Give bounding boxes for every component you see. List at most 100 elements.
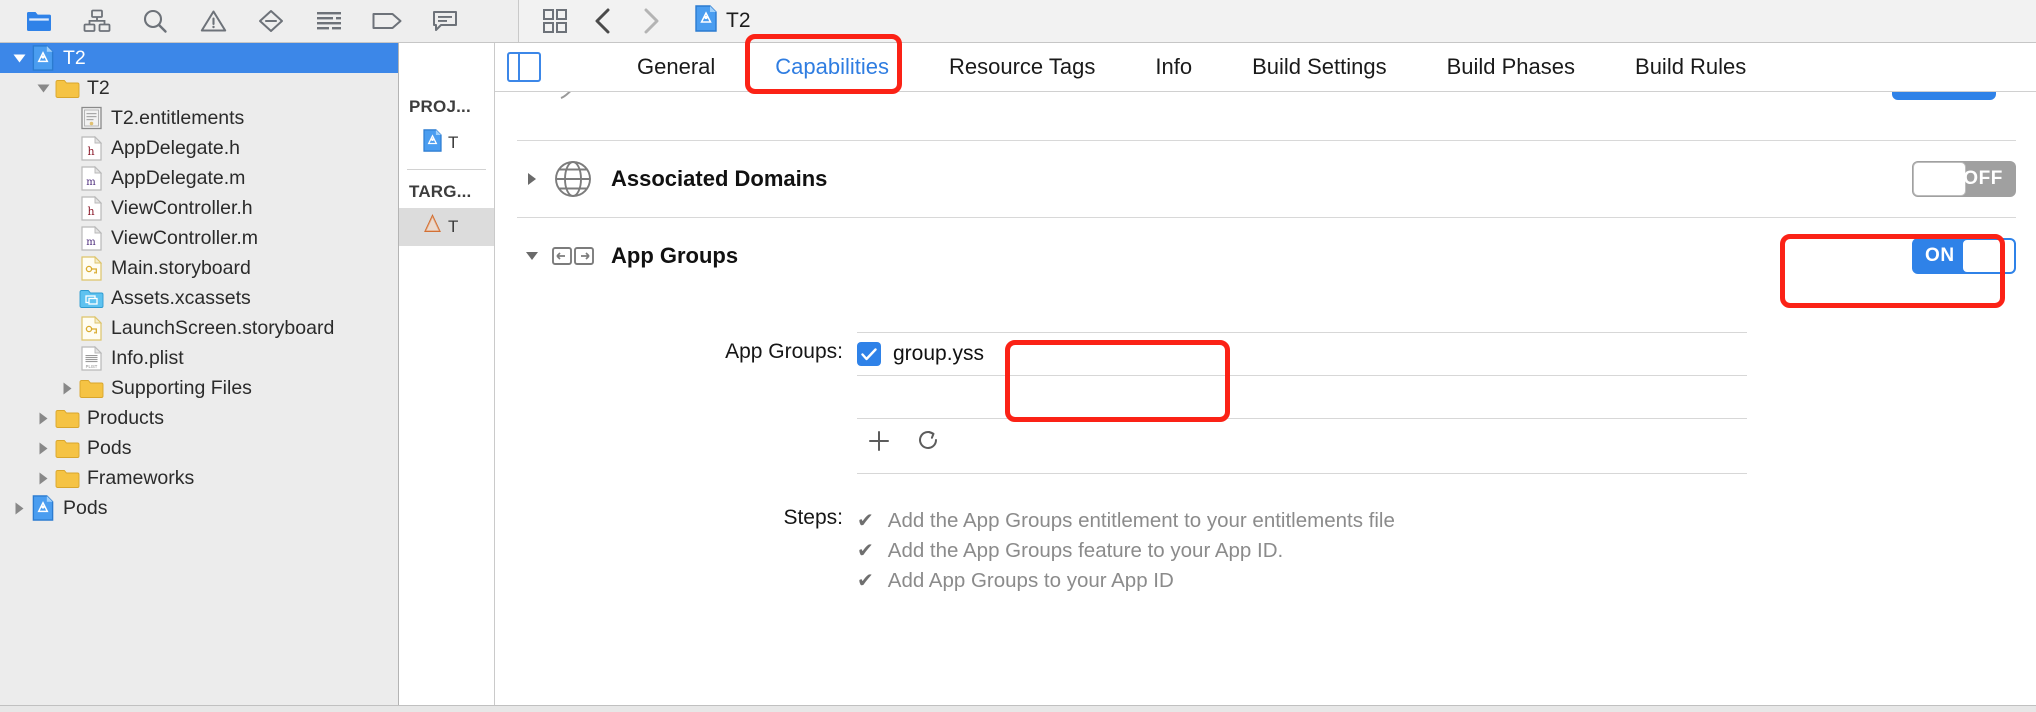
navigator-item[interactable]: PLIST Info.plist <box>0 343 398 373</box>
svg-text:m: m <box>86 237 96 248</box>
project-targets-pane[interactable]: PROJ... T TARG... T <box>399 43 495 705</box>
svg-text:h: h <box>87 205 94 218</box>
twisty-right-icon[interactable] <box>8 501 30 516</box>
project-item-t2[interactable]: T <box>399 123 494 163</box>
svg-text:h: h <box>87 145 94 158</box>
steps-label: Steps: <box>783 506 843 529</box>
tab-general[interactable]: General <box>607 50 745 84</box>
refresh-icon[interactable] <box>917 429 941 458</box>
app-groups-body: App Groups: group.yss Steps: ✔ Add the A… <box>517 332 2036 596</box>
svg-text:PLIST: PLIST <box>85 364 97 369</box>
capability-title: App Groups <box>611 243 739 268</box>
navigator-item-label: Assets.xcassets <box>111 286 251 309</box>
navigator-item[interactable]: Supporting Files <box>0 373 398 403</box>
app-groups-actions <box>857 419 1747 467</box>
navigator-item[interactable]: h ViewController.h <box>0 193 398 223</box>
app-groups-bottom-divider <box>857 473 1747 474</box>
grid-squares-icon[interactable] <box>531 0 579 42</box>
navigator-item[interactable]: T2 <box>0 43 398 73</box>
partial-switch[interactable] <box>1892 92 1996 100</box>
minus-diamond-icon[interactable] <box>242 0 300 42</box>
target-item-t2[interactable]: T <box>399 208 494 246</box>
navigator-item[interactable]: Frameworks <box>0 463 398 493</box>
xcode-project-icon <box>423 129 442 157</box>
navigator-item-label: Supporting Files <box>111 376 252 399</box>
chevron-right-icon[interactable] <box>627 0 675 42</box>
storyboard-icon <box>78 315 104 341</box>
warning-triangle-icon[interactable] <box>184 0 242 42</box>
chevron-down-icon[interactable] <box>517 249 547 263</box>
breakpoint-tag-icon[interactable] <box>358 0 416 42</box>
twisty-right-icon[interactable] <box>56 381 78 396</box>
navigator-item[interactable]: T2.entitlements <box>0 103 398 133</box>
speech-bubble-icon[interactable] <box>416 0 474 42</box>
twisty-right-icon[interactable] <box>32 441 54 456</box>
xcode-project-icon <box>695 4 717 38</box>
source-file-icon: m <box>78 225 104 251</box>
tab-build-settings[interactable]: Build Settings <box>1222 50 1417 84</box>
capability-associated-domains[interactable]: Associated Domains OFF <box>517 141 2036 217</box>
capability-app-groups[interactable]: App Groups ON <box>517 218 2036 294</box>
app-group-entry[interactable]: group.yss <box>857 332 1747 376</box>
folder-yellow-icon <box>54 468 80 489</box>
header-file-icon: h <box>78 135 104 161</box>
step-text: Add the App Groups feature to your App I… <box>887 539 1284 562</box>
step-item: ✔ Add the App Groups entitlement to your … <box>857 506 2016 536</box>
tab-info[interactable]: Info <box>1125 50 1222 84</box>
app-groups-field-row: App Groups: group.yss <box>517 332 2016 474</box>
twisty-down-icon[interactable] <box>8 52 30 65</box>
app-groups-list: group.yss <box>857 332 1747 474</box>
plus-icon[interactable] <box>867 429 891 458</box>
entitlements-icon <box>78 106 104 130</box>
app-groups-switch[interactable]: ON <box>1912 238 2016 274</box>
navigator-item[interactable]: m AppDelegate.m <box>0 163 398 193</box>
twisty-down-icon[interactable] <box>32 82 54 95</box>
search-icon[interactable] <box>126 0 184 42</box>
navigator-item-label: Pods <box>63 496 108 519</box>
navigator-toolbar <box>0 0 519 42</box>
tab-build-phases[interactable]: Build Phases <box>1417 50 1605 84</box>
tab-capabilities[interactable]: Capabilities <box>745 50 919 84</box>
main-row: T2 T2 T2.entitlements h AppDelegate.h m AppDel… <box>0 43 2036 705</box>
list-lines-icon[interactable] <box>300 0 358 42</box>
navigator-list: T2 T2 T2.entitlements h AppDelegate.h m AppDel… <box>0 43 398 523</box>
globe-icon <box>547 157 599 201</box>
app-group-name: group.yss <box>893 342 985 365</box>
chevron-right-icon[interactable] <box>517 171 547 187</box>
targets-pane-divider <box>407 169 486 170</box>
breadcrumb[interactable]: T2 <box>695 4 751 38</box>
tab-build-rules[interactable]: Build Rules <box>1605 50 1776 84</box>
navigator-item[interactable]: h AppDelegate.h <box>0 133 398 163</box>
navigator-item[interactable]: Pods <box>0 433 398 463</box>
navigator-item-label: Info.plist <box>111 346 184 369</box>
capability-title: Associated Domains <box>611 166 828 191</box>
step-item: ✔ Add the App Groups feature to your App … <box>857 536 2016 566</box>
folder-yellow-icon <box>54 408 80 429</box>
navigator-item-label: T2 <box>63 46 86 69</box>
header-file-icon: h <box>78 195 104 221</box>
twisty-right-icon[interactable] <box>32 471 54 486</box>
navigator-item[interactable]: LaunchScreen.storyboard <box>0 313 398 343</box>
chevron-left-icon[interactable] <box>579 0 627 42</box>
twisty-right-icon[interactable] <box>32 411 54 426</box>
app-group-checkbox[interactable] <box>857 342 881 366</box>
navigator-item[interactable]: m ViewController.m <box>0 223 398 253</box>
navigator-item[interactable]: Assets.xcassets <box>0 283 398 313</box>
panel-toggle-icon[interactable] <box>507 52 541 82</box>
window-bottom-edge <box>0 705 2036 712</box>
app-target-icon <box>423 214 442 240</box>
xcassets-icon <box>78 288 104 309</box>
project-navigator[interactable]: T2 T2 T2.entitlements h AppDelegate.h m AppDel… <box>0 43 399 705</box>
switch-label: ON <box>1925 245 1955 266</box>
hierarchy-icon[interactable] <box>68 0 126 42</box>
app-group-entry-empty[interactable] <box>857 376 1747 419</box>
navigator-item[interactable]: T2 <box>0 73 398 103</box>
navigator-item[interactable]: Products <box>0 403 398 433</box>
app-groups-field-label: App Groups: <box>725 340 843 363</box>
tab-resource-tags[interactable]: Resource Tags <box>919 50 1125 84</box>
navigator-item-label: LaunchScreen.storyboard <box>111 316 335 339</box>
navigator-item[interactable]: Pods <box>0 493 398 523</box>
navigator-item[interactable]: Main.storyboard <box>0 253 398 283</box>
folder-icon[interactable] <box>10 0 68 42</box>
associated-domains-switch[interactable]: OFF <box>1912 161 2016 197</box>
